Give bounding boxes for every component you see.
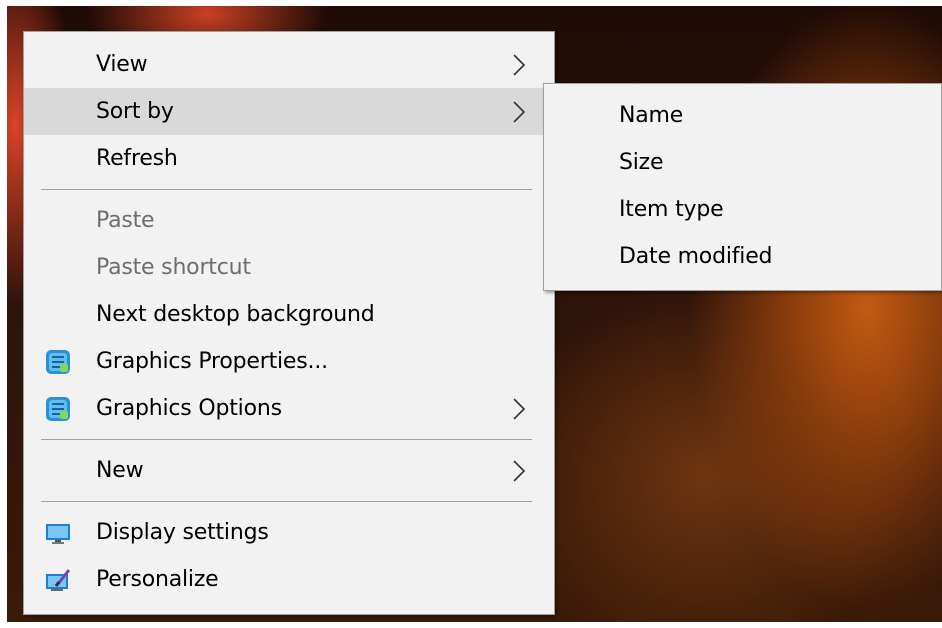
chevron-right-icon xyxy=(513,397,526,420)
chevron-right-icon xyxy=(513,459,526,482)
menu-item-label: View xyxy=(96,52,148,77)
menu-item-label: Display settings xyxy=(96,520,269,545)
menu-separator xyxy=(41,501,532,502)
menu-item-view[interactable]: View xyxy=(24,41,554,88)
submenu-item-item-type[interactable]: Item type xyxy=(544,186,941,233)
monitor-icon xyxy=(46,523,70,544)
menu-item-display-settings[interactable]: Display settings xyxy=(24,509,554,556)
intel-graphics-icon xyxy=(46,349,70,374)
personalize-icon xyxy=(46,568,71,591)
menu-item-label: Paste shortcut xyxy=(96,255,251,280)
sort-by-submenu: Name Size Item type Date modified xyxy=(543,83,942,291)
chevron-right-icon xyxy=(513,100,526,123)
chevron-right-icon xyxy=(513,53,526,76)
desktop-context-menu: View Sort by Refresh Paste Paste shortcu… xyxy=(23,31,555,615)
menu-item-graphics-options[interactable]: Graphics Options xyxy=(24,385,554,432)
submenu-item-label: Size xyxy=(619,150,664,175)
menu-item-label: Sort by xyxy=(96,99,174,124)
menu-item-label: Refresh xyxy=(96,146,178,171)
submenu-item-date-modified[interactable]: Date modified xyxy=(544,233,941,280)
menu-item-next-desktop-background[interactable]: Next desktop background xyxy=(24,291,554,338)
submenu-item-name[interactable]: Name xyxy=(544,92,941,139)
menu-item-personalize[interactable]: Personalize xyxy=(24,556,554,603)
menu-separator xyxy=(41,439,532,440)
submenu-item-size[interactable]: Size xyxy=(544,139,941,186)
menu-item-new[interactable]: New xyxy=(24,447,554,494)
menu-item-label: Graphics Options xyxy=(96,396,282,421)
menu-item-label: Personalize xyxy=(96,567,219,592)
submenu-item-label: Item type xyxy=(619,197,724,222)
menu-item-label: Graphics Properties... xyxy=(96,349,328,374)
menu-item-paste-shortcut[interactable]: Paste shortcut xyxy=(24,244,554,291)
submenu-item-label: Name xyxy=(619,103,684,128)
menu-item-sort-by[interactable]: Sort by xyxy=(24,88,554,135)
menu-item-paste[interactable]: Paste xyxy=(24,197,554,244)
menu-separator xyxy=(41,189,532,190)
menu-item-label: Next desktop background xyxy=(96,302,375,327)
menu-item-graphics-properties[interactable]: Graphics Properties... xyxy=(24,338,554,385)
menu-item-label: Paste xyxy=(96,208,155,233)
menu-item-label: New xyxy=(96,458,144,483)
menu-item-refresh[interactable]: Refresh xyxy=(24,135,554,182)
intel-graphics-icon xyxy=(46,396,70,421)
submenu-item-label: Date modified xyxy=(619,244,773,269)
